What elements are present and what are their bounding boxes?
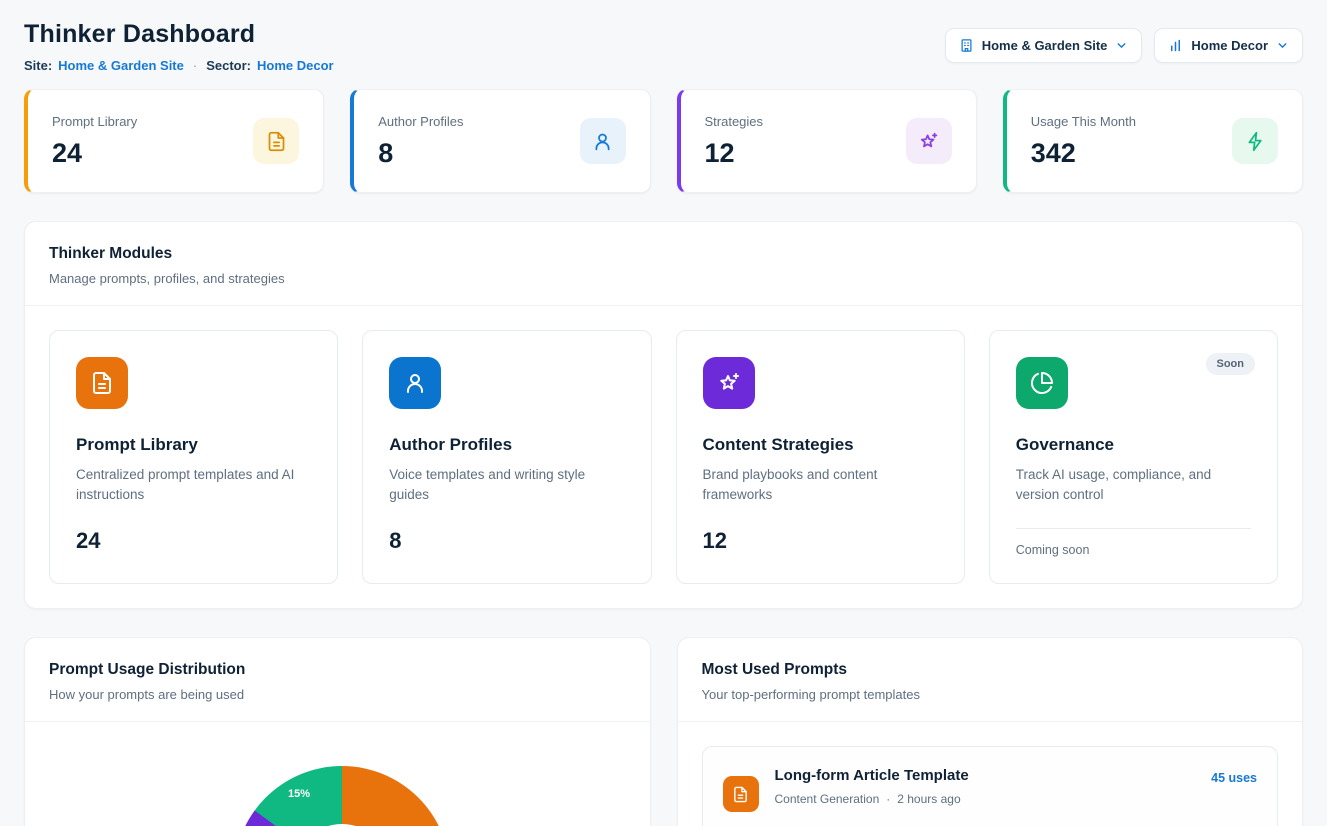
section-title: Thinker Modules [49, 245, 1278, 263]
stat-card-strategies: Strategies 12 [677, 89, 977, 193]
prompt-time: 2 hours ago [897, 792, 960, 806]
card-title: Most Used Prompts [702, 661, 1279, 679]
card-title: Prompt Usage Distribution [49, 661, 626, 679]
usage-donut[interactable]: 15% [234, 766, 450, 826]
most-used-prompts-card: Most Used Prompts Your top-performing pr… [677, 637, 1304, 826]
user-icon [389, 357, 441, 409]
card-subtitle: How your prompts are being used [49, 687, 626, 702]
module-card-content-strategies[interactable]: Content Strategies Brand playbooks and c… [676, 330, 965, 584]
prompt-list: Long-form Article Template Content Gener… [678, 722, 1303, 826]
modules-header: Thinker Modules Manage prompts, profiles… [25, 222, 1302, 306]
stat-label: Author Profiles [378, 114, 463, 129]
sparkle-icon [703, 357, 755, 409]
bolt-icon [1232, 118, 1278, 164]
stat-label: Usage This Month [1031, 114, 1136, 129]
stat-value: 24 [52, 138, 137, 169]
site-selector-label: Home & Garden Site [982, 38, 1108, 53]
separator: · [886, 792, 890, 806]
modules-grid: Prompt Library Centralized prompt templa… [25, 306, 1302, 608]
site-label: Site: [24, 58, 52, 73]
module-title: Prompt Library [76, 435, 311, 455]
coming-soon-text: Coming soon [1016, 543, 1251, 557]
document-icon [76, 357, 128, 409]
chevron-down-icon [1115, 39, 1128, 52]
stat-label: Strategies [705, 114, 764, 129]
prompt-info: Long-form Article Template Content Gener… [775, 767, 1196, 806]
module-title: Governance [1016, 435, 1251, 455]
user-icon [580, 118, 626, 164]
chevron-down-icon [1276, 39, 1289, 52]
prompts-header: Most Used Prompts Your top-performing pr… [678, 638, 1303, 722]
prompt-usage-card: Prompt Usage Distribution How your promp… [24, 637, 651, 826]
stat-card-usage: Usage This Month 342 [1003, 89, 1303, 193]
thinker-modules-section: Thinker Modules Manage prompts, profiles… [24, 221, 1303, 609]
stat-value: 12 [705, 138, 764, 169]
module-count: 12 [703, 528, 938, 554]
document-icon [253, 118, 299, 164]
stat-value: 8 [378, 138, 463, 169]
usage-header: Prompt Usage Distribution How your promp… [25, 638, 650, 722]
stat-value: 342 [1031, 138, 1136, 169]
building-icon [959, 38, 974, 53]
module-description: Voice templates and writing style guides [389, 465, 624, 506]
separator: · [193, 58, 197, 73]
soon-badge: Soon [1206, 353, 1256, 375]
pie-chart-icon [1016, 357, 1068, 409]
document-icon [723, 776, 759, 812]
header-selectors: Home & Garden Site Home Decor [945, 28, 1303, 63]
card-subtitle: Your top-performing prompt templates [702, 687, 1279, 702]
sector-label: Sector: [206, 58, 251, 73]
module-description: Brand playbooks and content frameworks [703, 465, 938, 506]
stat-card-prompt-library: Prompt Library 24 [24, 89, 324, 193]
module-card-governance[interactable]: Soon Governance Track AI usage, complian… [989, 330, 1278, 584]
module-card-author-profiles[interactable]: Author Profiles Voice templates and writ… [362, 330, 651, 584]
stats-row: Prompt Library 24 Author Profiles 8 Stra… [24, 89, 1303, 193]
sector-selector-label: Home Decor [1191, 38, 1268, 53]
bottom-row: Prompt Usage Distribution How your promp… [24, 637, 1303, 826]
section-subtitle: Manage prompts, profiles, and strategies [49, 271, 1278, 286]
module-count: 24 [76, 528, 311, 554]
usage-chart-area: 15% [25, 722, 650, 826]
page-title: Thinker Dashboard [24, 20, 334, 49]
sector-link[interactable]: Home Decor [257, 58, 334, 73]
module-title: Content Strategies [703, 435, 938, 455]
prompt-uses-badge: 45 uses [1211, 771, 1257, 785]
site-selector[interactable]: Home & Garden Site [945, 28, 1143, 63]
stat-text: Author Profiles 8 [378, 114, 463, 169]
prompt-list-item[interactable]: Long-form Article Template Content Gener… [702, 746, 1279, 826]
module-description: Centralized prompt templates and AI inst… [76, 465, 311, 506]
stat-text: Strategies 12 [705, 114, 764, 169]
module-title: Author Profiles [389, 435, 624, 455]
module-count: 8 [389, 528, 624, 554]
module-description: Track AI usage, compliance, and version … [1016, 465, 1251, 506]
header-left: Thinker Dashboard Site: Home & Garden Si… [24, 20, 334, 73]
header: Thinker Dashboard Site: Home & Garden Si… [24, 20, 1303, 73]
stat-text: Usage This Month 342 [1031, 114, 1136, 169]
sparkle-icon [906, 118, 952, 164]
prompt-meta: Content Generation · 2 hours ago [775, 792, 1196, 806]
donut-segment-label: 15% [288, 788, 310, 800]
stat-label: Prompt Library [52, 114, 137, 129]
dashboard-page: Thinker Dashboard Site: Home & Garden Si… [0, 0, 1327, 826]
prompt-title: Long-form Article Template [775, 767, 1196, 784]
sector-selector[interactable]: Home Decor [1154, 28, 1303, 63]
divider [1016, 528, 1251, 529]
site-link[interactable]: Home & Garden Site [58, 58, 184, 73]
stat-card-author-profiles: Author Profiles 8 [350, 89, 650, 193]
bar-chart-icon [1168, 38, 1183, 53]
stat-text: Prompt Library 24 [52, 114, 137, 169]
module-card-prompt-library[interactable]: Prompt Library Centralized prompt templa… [49, 330, 338, 584]
prompt-category: Content Generation [775, 792, 880, 806]
breadcrumb: Site: Home & Garden Site · Sector: Home … [24, 58, 334, 73]
